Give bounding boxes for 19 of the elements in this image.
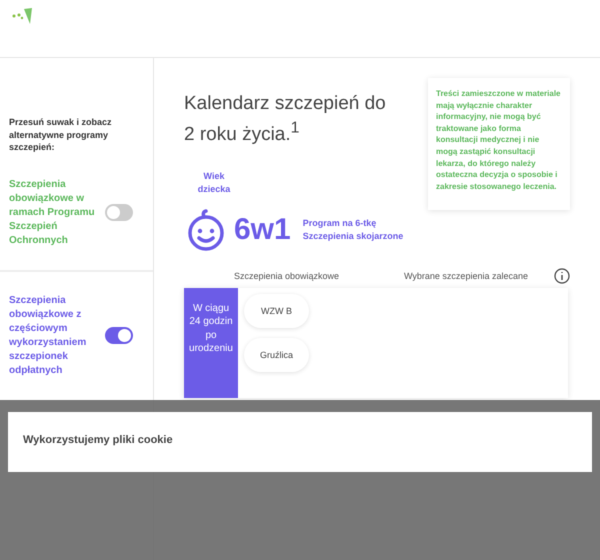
program-label: Szczepienia obowiązkowe z częściowym wykorzystaniem szczepionek odpłatnych	[9, 294, 88, 378]
program-logo-text: 6w1	[234, 212, 291, 247]
age-heading: Wiek dziecka	[196, 170, 232, 196]
age-cell: W ciągu 24 godzin po urodzeniu	[184, 288, 238, 398]
vaccine-pill[interactable]: Gruźlica	[244, 338, 310, 372]
sidebar-intro: Przesuń suwak i zobacz alternatywne programy szczepień:	[8, 116, 113, 154]
disclaimer-card: Treści zamieszczone w materiale mają wyłącznie charakter informacyjny, nie mogą być traktowane jako forma konsultacji medycznej i nie mogą zastąpić konsultacji lekarza, do którego należy ostateczna decyzja o sposobie i zakresie stosowanego leczenia.	[428, 78, 570, 210]
cookie-title: Wykorzystujemy pliki cookie	[23, 434, 174, 446]
toggle-switch[interactable]	[105, 204, 133, 222]
program-caption: Szczepienia skojarzone	[302, 230, 404, 243]
vaccine-pill[interactable]: WZW B	[244, 294, 310, 328]
column-heading: Szczepienia obowiązkowe	[234, 270, 340, 281]
toggle-switch[interactable]	[105, 327, 133, 344]
column-heading: Wybrane szczepienia zalecane	[404, 270, 529, 281]
info-icon[interactable]	[554, 268, 570, 284]
program-label: Szczepienia obowiązkowe w ramach Programu Szczepień Ochronnych	[9, 178, 96, 248]
leaf-logo-icon	[10, 6, 34, 26]
page-title: Kalendarz szczepień do 2 roku życia.$^{1}$	[184, 92, 387, 147]
program-caption: Program na 6-tkę	[302, 216, 378, 230]
